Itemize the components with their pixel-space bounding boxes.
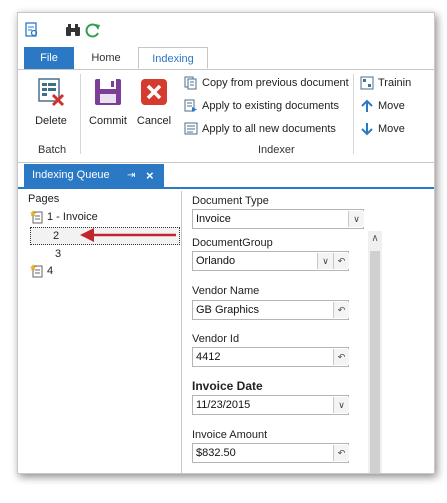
arrow-down-icon (361, 123, 373, 136)
apply-existing-label: Apply to existing documents (202, 100, 339, 112)
move-down-label: Move (378, 123, 405, 135)
ribbon-tabs: File Home Indexing (18, 47, 434, 70)
group-separator (353, 74, 354, 154)
search-doc-icon[interactable] (24, 22, 40, 38)
move-up-label: Move (378, 100, 405, 112)
delete-label: Delete (35, 115, 67, 127)
indexer-group-label: Indexer (258, 144, 295, 156)
reset-icon[interactable]: ↶ (333, 253, 349, 269)
reset-icon[interactable]: ↶ (333, 349, 349, 365)
pin-icon[interactable]: ⇥ (127, 164, 135, 187)
chevron-down-icon[interactable]: ∨ (348, 211, 364, 227)
page-label: 1 - Invoice (47, 211, 98, 223)
apply-all-new-label: Apply to all new documents (202, 123, 336, 135)
training-icon (360, 76, 374, 90)
tab-file[interactable]: File (24, 47, 74, 69)
arrow-up-icon (361, 99, 373, 113)
cancel-icon (141, 79, 167, 105)
page-label: 3 (55, 248, 62, 260)
group-separator (80, 74, 81, 154)
red-arrow-annotation (80, 228, 176, 242)
form-scrollbar[interactable]: ∧ (368, 231, 382, 473)
ribbon-panel: Delete Batch Commit Cancel Copy from pre… (18, 70, 434, 163)
application-window: File Home Indexing Delete Batch Commit C… (17, 12, 435, 474)
apply-all-new-button[interactable]: Apply to all new documents (184, 120, 336, 138)
page-label: 4 (47, 265, 54, 277)
page-item[interactable]: 3 (30, 246, 61, 262)
new-page-icon (30, 264, 43, 278)
cancel-label: Cancel (136, 115, 172, 127)
move-down-button[interactable]: Move (360, 120, 405, 138)
invoice-date-picker[interactable]: 11/23/2015 ∨ (192, 395, 349, 415)
invoice-amount-label: Invoice Amount (192, 429, 268, 441)
document-type-select[interactable]: Invoice ∨ (192, 209, 364, 229)
copy-from-previous-button[interactable]: Copy from previous document (184, 74, 349, 92)
vendor-name-label: Vendor Name (192, 285, 260, 297)
page-label: 2 (53, 230, 60, 242)
vendor-name-value: GB Graphics (196, 304, 259, 316)
commit-button[interactable]: Commit (86, 76, 130, 127)
binoculars-icon[interactable] (65, 22, 81, 38)
indexing-queue-title: Indexing Queue (32, 169, 110, 181)
new-page-icon (30, 210, 43, 224)
index-form: Document Type Invoice ∨ DocumentGroup Or… (186, 191, 366, 473)
document-type-label: Document Type (192, 195, 269, 207)
commit-label: Commit (89, 115, 127, 127)
vendor-id-field[interactable]: 4412 ↶ (192, 347, 349, 367)
copy-from-previous-label: Copy from previous document (202, 77, 349, 89)
vendor-id-value: 4412 (196, 351, 221, 363)
scroll-up-icon[interactable]: ∧ (368, 233, 382, 244)
chevron-down-icon[interactable]: ∨ (333, 397, 349, 413)
move-up-button[interactable]: Move (360, 97, 405, 115)
save-icon (95, 79, 121, 105)
batch-group-label: Batch (38, 144, 67, 156)
vendor-id-label: Vendor Id (192, 333, 240, 345)
training-button[interactable]: Trainin (360, 74, 411, 92)
apply-existing-button[interactable]: Apply to existing documents (184, 97, 339, 115)
document-group-select[interactable]: Orlando ∨ ↶ (192, 251, 349, 271)
indexing-queue-tab[interactable]: Indexing Queue ⇥ × (24, 164, 164, 187)
dock-tab-strip: Indexing Queue ⇥ × (18, 163, 434, 189)
reset-icon[interactable]: ↶ (333, 302, 349, 318)
delete-button[interactable]: Delete (28, 76, 74, 127)
invoice-date-value: 11/23/2015 (196, 399, 251, 411)
document-group-value: Orlando (196, 255, 236, 267)
document-group-label: DocumentGroup (192, 237, 273, 249)
chevron-down-icon[interactable]: ∨ (317, 253, 333, 269)
document-type-value: Invoice (196, 213, 231, 225)
invoice-amount-field[interactable]: $832.50 ↶ (192, 443, 349, 463)
vendor-name-field[interactable]: GB Graphics ↶ (192, 300, 349, 320)
tab-indexing[interactable]: Indexing (138, 47, 208, 69)
refresh-icon[interactable] (85, 22, 101, 38)
copy-doc-icon (184, 76, 197, 90)
apply-new-icon (184, 122, 198, 135)
training-label: Trainin (378, 77, 412, 89)
page-item[interactable]: 4 (30, 263, 53, 279)
cancel-button[interactable]: Cancel (132, 76, 176, 127)
page-item[interactable]: 1 - Invoice (30, 209, 98, 225)
apply-existing-icon (184, 99, 197, 113)
close-icon[interactable]: × (146, 164, 154, 187)
scrollbar-thumb[interactable] (370, 251, 380, 473)
delete-batch-icon (38, 78, 65, 107)
reset-icon[interactable]: ↶ (333, 445, 349, 461)
invoice-date-label: Invoice Date (192, 379, 263, 393)
invoice-amount-value: $832.50 (196, 447, 236, 459)
tab-home[interactable]: Home (80, 47, 132, 69)
pages-header: Pages (28, 193, 60, 205)
quick-access-toolbar (18, 13, 434, 47)
